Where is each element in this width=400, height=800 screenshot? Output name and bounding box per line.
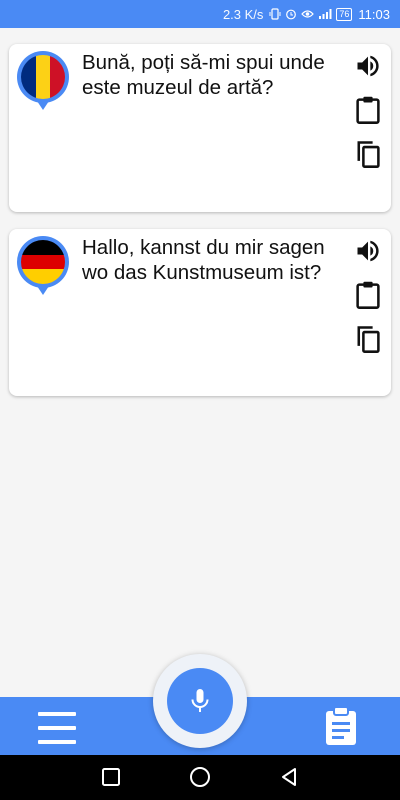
home-icon[interactable] (188, 765, 212, 789)
speaker-button[interactable] (353, 235, 383, 267)
translation-card-target: Hallo, kannst du mir sagen wo das Kunstm… (9, 229, 391, 396)
history-icon[interactable] (322, 706, 360, 746)
speaker-icon (357, 240, 379, 262)
alarm-icon (286, 9, 297, 20)
copy-icon (357, 141, 380, 168)
status-icons: 76 (269, 7, 353, 21)
translation-text: Bună, poți să-mi spui unde este muzeul d… (82, 51, 325, 99)
menu-icon[interactable] (38, 712, 76, 744)
speaker-icon (357, 55, 379, 77)
translation-card-source: Bună, poți să-mi spui unde este muzeul d… (9, 44, 391, 212)
copy-icon (357, 326, 380, 353)
card-actions (351, 235, 385, 355)
mic-button-ring (153, 654, 247, 748)
status-bar: 2.3 K/s 76 11:03 (0, 0, 400, 28)
microphone-icon (191, 689, 209, 712)
romania-flag-icon[interactable] (16, 50, 70, 112)
clock: 11:03 (358, 6, 390, 22)
clipboard-icon (356, 281, 380, 309)
copy-button[interactable] (353, 323, 383, 355)
card-actions (351, 50, 385, 170)
translation-text: Hallo, kannst du mir sagen wo das Kunstm… (82, 236, 325, 284)
vibrate-icon (269, 8, 281, 20)
paste-button[interactable] (353, 94, 383, 126)
system-nav-bar (0, 755, 400, 800)
back-icon[interactable] (277, 765, 301, 789)
eye-icon (301, 10, 315, 18)
signal-icon (319, 9, 332, 19)
copy-button[interactable] (353, 138, 383, 170)
network-speed: 2.3 K/s (222, 6, 264, 22)
mic-button[interactable] (167, 668, 233, 734)
paste-button[interactable] (353, 279, 383, 311)
recents-icon[interactable] (99, 765, 123, 789)
clipboard-icon (356, 96, 380, 124)
germany-flag-icon[interactable] (16, 235, 70, 297)
battery-icon: 76 (336, 7, 353, 21)
speaker-button[interactable] (353, 50, 383, 82)
